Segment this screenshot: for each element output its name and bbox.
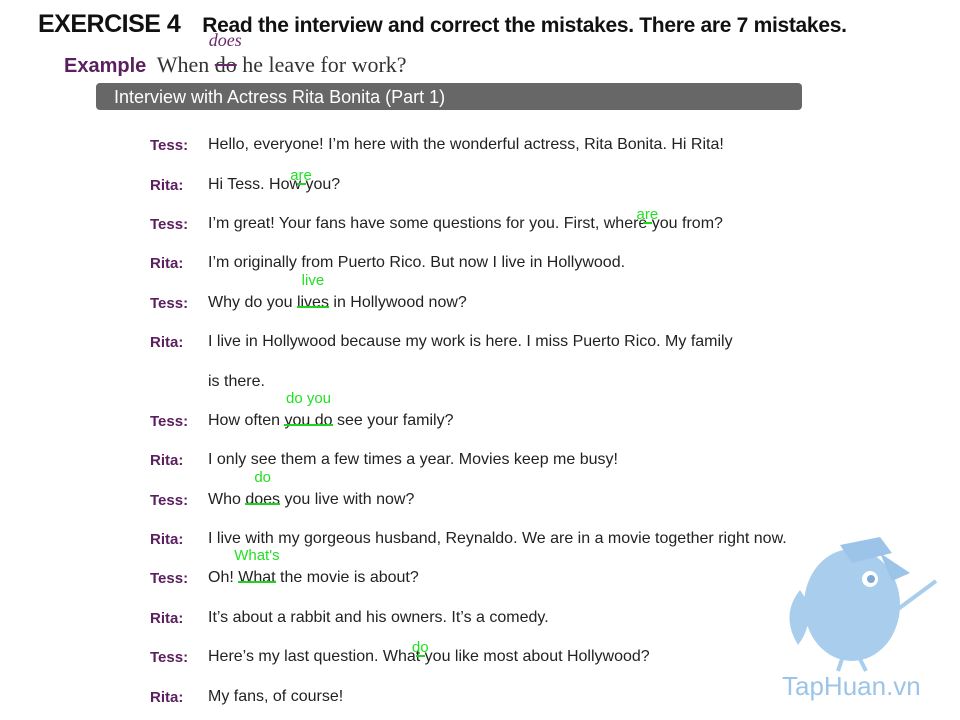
example-label: Example [64,55,147,77]
exercise-label: EXERCISE 4 [38,10,181,38]
example-correction: does [208,30,242,50]
speaker-label: Tess: [150,413,189,430]
speech-text: Who does do you live with now? [208,469,415,509]
dialogue-line: Tess: How often you do do you see your fam… [0,390,960,442]
dialogue-line: Rita: I’m originally from Puerto Rico. Bu… [0,254,960,284]
exercise-header: EXERCISE 4 Read the interview and correct… [38,10,847,39]
speech-text: Hello, everyone! I’m here with the wonde… [208,136,724,154]
dialogue-line: Tess: Why do you lives live in Hollywood n… [0,272,960,324]
speech-segment: How often [208,412,285,429]
speaker-label: Tess: [150,492,189,509]
correction-text: do [411,639,429,656]
speech-text: I’m originally from Puerto Rico. But now… [208,254,625,272]
correction-text: live [301,272,325,289]
dialogue-line: Tess: Hello, everyone! I’m here with the … [0,136,960,166]
dialogue-line: Tess: Who does do you live with now? [0,469,960,521]
speaker-label: Tess: [150,137,189,154]
strike-line [238,581,276,583]
struck-word: does [245,491,281,508]
speaker-label: Tess: [150,570,189,587]
speech-segment: I’m originally from Puerto Rico. But now… [208,254,626,271]
dialogue-line: is there. [0,373,960,403]
example-sentence: When do does he leave for work? [156,30,407,77]
speech-text: Why do you lives live in Hollywood now? [208,272,467,312]
correction-text: do [254,469,272,486]
speech-text: Hi Tess. How are you? [208,167,340,194]
speaker-label: Tess: [150,295,189,312]
speaker-label: Rita: [150,452,184,469]
speech-segment: you live with now? [280,491,415,508]
struck-word: you do [284,412,333,429]
speech-segment: I live in Hollywood because my work is h… [208,333,733,350]
speech-text: Here’s my last question. What do you like… [208,639,650,666]
speaker-label: Rita: [150,531,184,548]
speaker-label: Tess: [150,216,189,233]
speaker-label: Tess: [150,649,189,666]
example-text-before: When [156,52,215,77]
speech-segment: Why do you [208,294,297,311]
speaker-label: Rita: [150,334,184,351]
speech-text: I only see them a few times a year. Movi… [208,451,618,469]
dialogue-line: Tess: I’m great! Your fans have some ques… [0,206,960,245]
speech-segment: you from? [647,215,723,232]
correction-mark: What What's [234,547,279,587]
struck-word: lives [296,294,329,311]
speech-segment: the movie is about? [275,569,419,586]
example-line: Example When do does he leave for work? [64,30,407,78]
speech-segment: My fans, of course! [208,688,344,705]
speech-segment: you like most about Hollywood? [420,648,650,665]
speech-text: My fans, of course! [208,688,343,706]
watermark-text: TapHuan.vn [782,671,921,701]
speech-text: How often you do do you see your family? [208,390,454,430]
speech-segment: see your family? [332,412,454,429]
speech-segment: I’m great! Your fans have some questions… [208,215,648,232]
interview-title: Interview with Actress Rita Bonita (Part… [114,87,446,107]
example-text-after: he leave for work? [236,52,407,77]
example-wrong-word: do [214,52,237,77]
dialogue-line: Rita: I live in Hollywood because my work… [0,333,960,363]
speech-segment: I live with my gorgeous husband, Reynald… [208,530,787,547]
strike-line [245,503,281,505]
speech-segment: Hi Tess. How [208,176,302,193]
speaker-label: Rita: [150,610,184,627]
speech-segment: It’s about a rabbit and his owners. It’s… [208,609,549,626]
speech-segment: Oh! [208,569,239,586]
speech-segment: Who [208,491,246,508]
strike-line [296,306,329,308]
correction-mark: you do do you [284,390,333,430]
speech-segment: in Hollywood now? [328,294,467,311]
correction-text: do you [285,390,332,407]
speaker-label: Rita: [150,689,184,706]
correction-text: are [290,167,312,184]
dialogue-line: Rita: I only see them a few times a year.… [0,451,960,481]
speech-text: I’m great! Your fans have some questions… [208,206,723,233]
correction-text: are [636,206,659,223]
interview-title-bar: Interview with Actress Rita Bonita (Part… [96,83,802,110]
speech-segment: is there. [208,373,265,390]
speech-text: I live with my gorgeous husband, Reynald… [208,530,787,548]
speaker-label: Rita: [150,255,184,272]
correction-text: What's [234,547,280,564]
strike-line [284,424,333,426]
speech-text: I live in Hollywood because my work is h… [208,333,733,351]
speech-text: It’s about a rabbit and his owners. It’s… [208,609,549,627]
correction-mark: does do [245,469,281,509]
speech-text: Oh! What What's the movie is about? [208,547,419,587]
struck-word: What [238,569,276,586]
speech-segment: Here’s my last question. What [208,648,421,665]
speaker-label: Rita: [150,177,184,194]
correction-mark: lives live [296,272,329,312]
speech-text: is there. [208,373,265,391]
speech-segment: Hello, everyone! I’m here with the wonde… [208,136,724,153]
speech-segment: I only see them a few times a year. Movi… [208,451,618,468]
exercise-instruction: Read the interview and correct the mista… [202,14,847,37]
dialogue-line: Rita: Hi Tess. How are you? [0,167,960,206]
